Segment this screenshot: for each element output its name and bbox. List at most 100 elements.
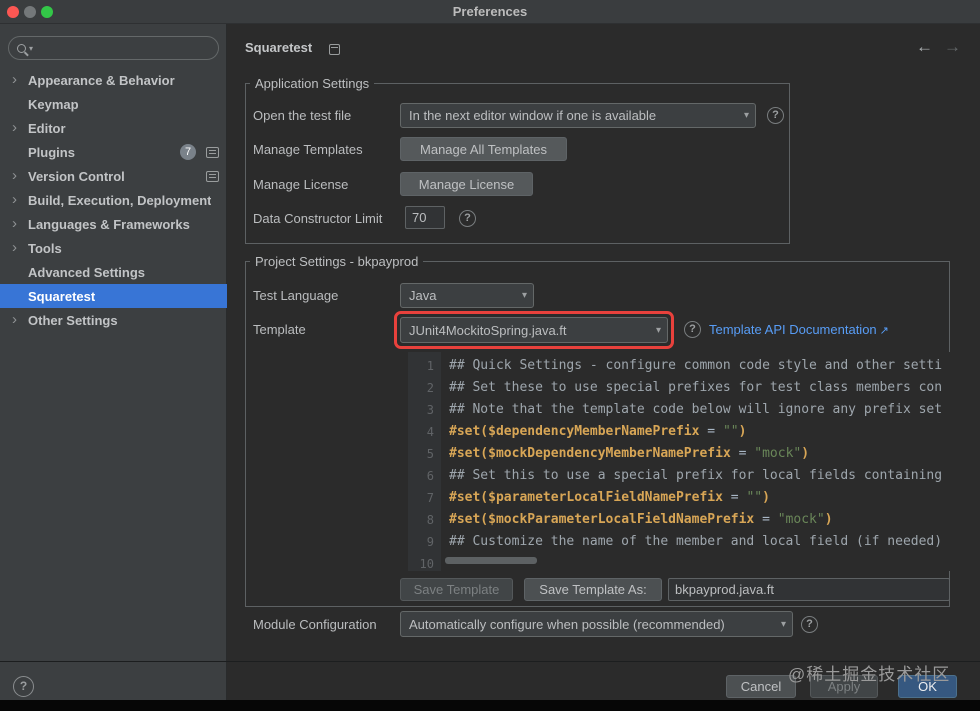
chevron-right-icon: › [12, 191, 17, 208]
chevron-down-icon: ▾ [743, 110, 749, 121]
code-text: #set($mockDependencyMemberNamePrefix = "… [449, 446, 810, 461]
cancel-button[interactable]: Cancel [726, 675, 796, 698]
sidebar-item-version-control[interactable]: › Version Control [0, 164, 227, 188]
sidebar-item-keymap[interactable]: Keymap [0, 92, 227, 116]
select-value: JUnit4MockitoSpring.java.ft [409, 322, 567, 338]
sidebar-item-build-execution-deployment[interactable]: › Build, Execution, Deployment [0, 188, 227, 212]
save-template-as-filename-input[interactable] [668, 578, 950, 601]
apply-button[interactable]: Apply [810, 675, 878, 698]
code-text: #set($dependencyMemberNamePrefix = "") [449, 424, 747, 439]
code-line[interactable]: 9 ## Customize the name of the member and… [408, 531, 950, 553]
manage-license-button[interactable]: Manage License [400, 172, 533, 196]
link-text: Template API Documentation [709, 322, 877, 337]
select-value: Java [409, 288, 437, 303]
version-control-modified-icon [206, 171, 219, 182]
help-icon[interactable]: ? [767, 107, 784, 124]
sidebar-item-label: Squaretest [28, 288, 96, 304]
settings-sidebar: ▾ › Appearance & Behavior Keymap › Edito… [0, 24, 227, 700]
search-history-caret-icon: ▾ [29, 43, 34, 53]
line-number: 7 [426, 491, 434, 505]
code-text: #set($parameterLocalFieldNamePrefix = ""… [449, 490, 770, 505]
template-select[interactable]: JUnit4MockitoSpring.java.ft ▾ [400, 317, 668, 343]
save-template-as-button[interactable]: Save Template As: [524, 578, 662, 601]
select-value: In the next editor window if one is avai… [409, 108, 657, 123]
footer-separator [0, 661, 980, 662]
window-title: Preferences [452, 4, 528, 19]
test-language-label: Test Language [253, 288, 339, 303]
dialog-help-button[interactable]: ? [13, 676, 34, 697]
bottom-black-strip [0, 700, 980, 711]
forward-arrow-button[interactable]: → [944, 37, 961, 57]
help-icon[interactable]: ? [801, 616, 818, 633]
code-lines: 1 ## Quick Settings - configure common co… [408, 352, 950, 571]
settings-search-input[interactable] [36, 40, 210, 56]
sidebar-item-editor[interactable]: › Editor [0, 116, 227, 140]
settings-tree: › Appearance & Behavior Keymap › Editor … [0, 68, 227, 332]
line-number: 9 [426, 535, 434, 549]
sidebar-item-squaretest[interactable]: Squaretest [0, 284, 227, 308]
external-link-icon: ↗ [879, 325, 889, 337]
template-api-doc-link[interactable]: Template API Documentation ↗ [709, 322, 889, 337]
title-bar: Preferences [0, 0, 980, 24]
code-text: ## Note that the template code below wil… [449, 402, 943, 417]
line-number: 10 [419, 557, 434, 571]
manage-templates-label: Manage Templates [253, 142, 363, 157]
sidebar-item-tools[interactable]: › Tools [0, 236, 227, 260]
back-arrow-button[interactable]: ← [916, 37, 933, 57]
line-number: 6 [426, 469, 434, 483]
code-text: ## Set these to use special prefixes for… [449, 380, 943, 395]
plugins-count-badge: 7 [180, 144, 196, 160]
code-line[interactable]: 3 ## Note that the template code below wi… [408, 399, 950, 421]
test-language-select[interactable]: Java ▾ [400, 283, 534, 308]
line-number: 5 [426, 447, 434, 461]
horizontal-scrollbar[interactable] [445, 557, 537, 564]
manage-all-templates-button[interactable]: Manage All Templates [400, 137, 567, 161]
template-label: Template [253, 322, 306, 337]
project-settings-group-title: Project Settings - bkpayprod [250, 254, 424, 269]
sidebar-item-plugins[interactable]: Plugins 7 [0, 140, 227, 164]
sidebar-item-advanced-settings[interactable]: Advanced Settings [0, 260, 227, 284]
line-number: 1 [426, 359, 434, 373]
page-title: Squaretest [245, 40, 313, 55]
chevron-right-icon: › [12, 215, 17, 232]
help-icon[interactable]: ? [684, 321, 701, 338]
template-code-editor[interactable]: 1 ## Quick Settings - configure common co… [408, 352, 950, 571]
code-line[interactable]: 2 ## Set these to use special prefixes fo… [408, 377, 950, 399]
code-line[interactable]: 8 #set($mockParameterLocalFieldNamePrefix… [408, 509, 950, 531]
ok-button[interactable]: OK [898, 675, 957, 698]
sidebar-item-label: Languages & Frameworks [28, 216, 190, 232]
chevron-right-icon: › [12, 311, 17, 328]
line-number: 8 [426, 513, 434, 527]
data-constructor-limit-label: Data Constructor Limit [253, 211, 383, 226]
code-line[interactable]: 7 #set($parameterLocalFieldNamePrefix = "… [408, 487, 950, 509]
open-test-file-label: Open the test file [253, 108, 352, 123]
code-line[interactable]: 5 #set($mockDependencyMemberNamePrefix = … [408, 443, 950, 465]
code-line[interactable]: 6 ## Set this to use a special prefix for… [408, 465, 950, 487]
sidebar-item-label: Tools [28, 240, 62, 256]
sidebar-item-other-settings[interactable]: › Other Settings [0, 308, 227, 332]
code-text: ## Quick Settings - configure common cod… [449, 358, 943, 373]
chevron-right-icon: › [12, 167, 17, 184]
code-line[interactable]: 1 ## Quick Settings - configure common co… [408, 355, 950, 377]
sidebar-item-appearance-behavior[interactable]: › Appearance & Behavior [0, 68, 227, 92]
sidebar-item-label: Plugins [28, 144, 75, 160]
squaretest-page-icon [329, 44, 340, 55]
line-number: 3 [426, 403, 434, 417]
code-text: ## Set this to use a special prefix for … [449, 468, 943, 483]
plugins-modified-icon [206, 147, 219, 158]
code-text: ## Customize the name of the member and … [449, 534, 943, 549]
settings-search-box[interactable]: ▾ [8, 36, 219, 60]
module-configuration-select[interactable]: Automatically configure when possible (r… [400, 611, 793, 637]
line-number: 2 [426, 381, 434, 395]
chevron-right-icon: › [12, 119, 17, 136]
help-icon[interactable]: ? [459, 210, 476, 227]
select-value: Automatically configure when possible (r… [409, 616, 725, 632]
data-constructor-limit-input[interactable] [405, 206, 445, 229]
chevron-right-icon: › [12, 71, 17, 88]
open-test-file-select[interactable]: In the next editor window if one is avai… [400, 103, 756, 128]
sidebar-item-languages-frameworks[interactable]: › Languages & Frameworks [0, 212, 227, 236]
sidebar-item-label: Other Settings [28, 312, 118, 328]
code-line[interactable]: 4 #set($dependencyMemberNamePrefix = "") [408, 421, 950, 443]
sidebar-item-label: Advanced Settings [28, 264, 146, 280]
save-template-button[interactable]: Save Template [400, 578, 513, 601]
